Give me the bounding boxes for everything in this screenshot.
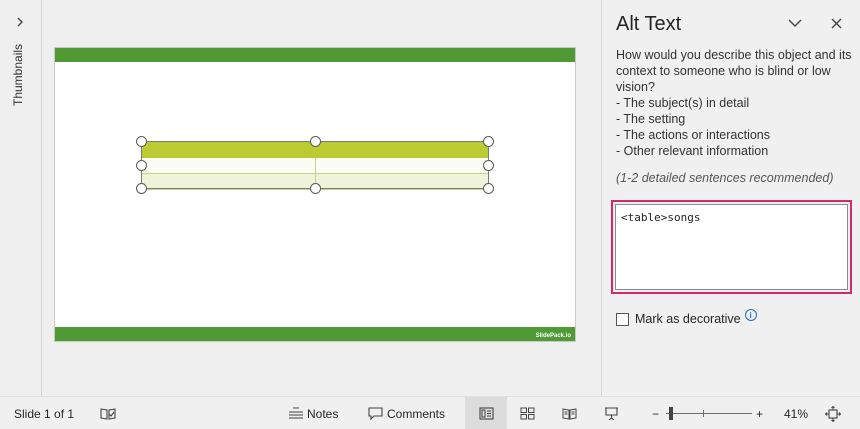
table-cell[interactable] (314, 173, 489, 190)
slide-bottom-band: SlidePack.io (55, 327, 575, 341)
notes-label: Notes (307, 406, 339, 421)
prompt-line: How would you describe this object and i… (616, 48, 852, 62)
resize-handle-right[interactable] (483, 160, 494, 171)
slide[interactable]: SlidePack.io (54, 47, 576, 342)
comments-label: Comments (387, 406, 446, 421)
resize-handle-top-left[interactable] (136, 136, 147, 147)
zoom-slider-center-tick (703, 410, 704, 417)
notes-button[interactable]: Notes (288, 397, 338, 429)
slide-canvas: SlidePack.io (43, 0, 601, 396)
zoom-percent[interactable]: 41% (784, 397, 808, 429)
slide-indicator: Slide 1 of 1 (14, 406, 75, 421)
table-cell[interactable] (314, 157, 489, 174)
fit-to-window-icon (825, 405, 841, 422)
resize-handle-top[interactable] (310, 136, 321, 147)
mark-decorative-checkbox[interactable] (616, 312, 629, 326)
prompt-line: - The subject(s) in detail (616, 96, 750, 110)
pane-options-button[interactable] (784, 13, 806, 33)
selected-table[interactable] (136, 136, 494, 194)
alt-text-input[interactable]: <table>songs (615, 204, 848, 290)
pane-title: Alt Text (616, 13, 682, 35)
fit-to-window-button[interactable] (825, 397, 841, 429)
info-icon[interactable]: i (744, 309, 757, 321)
comment-icon (368, 406, 383, 420)
normal-view-icon (478, 407, 494, 420)
accessibility-book-icon (100, 407, 116, 420)
reading-view-button[interactable] (562, 397, 577, 429)
slideshow-icon (605, 406, 618, 420)
table-cell[interactable] (141, 173, 316, 190)
prompt-line: - The setting (616, 112, 686, 126)
table-cell[interactable] (141, 141, 316, 158)
thumbnails-rail: Thumbnails (0, 0, 42, 396)
mark-decorative-label[interactable]: Mark as decorative (635, 312, 741, 326)
table-cell[interactable] (314, 141, 489, 158)
alt-text-hint: (1-2 detailed sentences recommended) (616, 171, 834, 185)
prompt-line: vision? (616, 80, 655, 94)
close-icon (831, 18, 841, 28)
reading-view-icon (562, 408, 577, 420)
prompt-line: context to someone who is blind or low (616, 64, 831, 78)
alt-text-highlight: <table>songs (611, 200, 852, 294)
notes-icon (289, 407, 303, 419)
resize-handle-top-right[interactable] (483, 136, 494, 147)
slide-top-band (55, 48, 575, 62)
chevron-down-icon (788, 19, 802, 27)
slide-brand-text: SlidePack.io (535, 333, 571, 339)
zoom-slider-track[interactable] (666, 413, 752, 414)
normal-view-button[interactable] (465, 397, 507, 429)
resize-handle-left[interactable] (136, 160, 147, 171)
zoom-slider-thumb[interactable] (669, 407, 673, 420)
mark-decorative-row: Mark as decorative i (616, 309, 757, 326)
accessibility-button[interactable] (100, 397, 116, 429)
table-cell[interactable] (141, 157, 316, 174)
comments-button[interactable]: Comments (368, 397, 445, 429)
expand-thumbnails-button[interactable] (13, 14, 27, 30)
status-bar: Slide 1 of 1 Notes Comments − + 41% (0, 396, 860, 429)
slide-sorter-icon (520, 407, 535, 420)
table-row (141, 157, 489, 174)
alt-text-prompt: How would you describe this object and i… (616, 47, 852, 159)
chevron-right-icon (17, 17, 23, 27)
zoom-out-button[interactable]: − (652, 397, 659, 429)
slideshow-button[interactable] (604, 397, 619, 429)
resize-handle-bottom-left[interactable] (136, 183, 147, 194)
thumbnails-label[interactable]: Thumbnails (11, 44, 25, 106)
slide-sorter-button[interactable] (520, 397, 535, 429)
resize-handle-bottom-right[interactable] (483, 183, 494, 194)
resize-handle-bottom[interactable] (310, 183, 321, 194)
alt-text-pane: Alt Text How would you describe this obj… (601, 0, 860, 396)
zoom-in-button[interactable]: + (756, 397, 763, 429)
pane-close-button[interactable] (825, 13, 847, 33)
prompt-line: - The actions or interactions (616, 128, 771, 142)
prompt-line: - Other relevant information (616, 144, 769, 158)
